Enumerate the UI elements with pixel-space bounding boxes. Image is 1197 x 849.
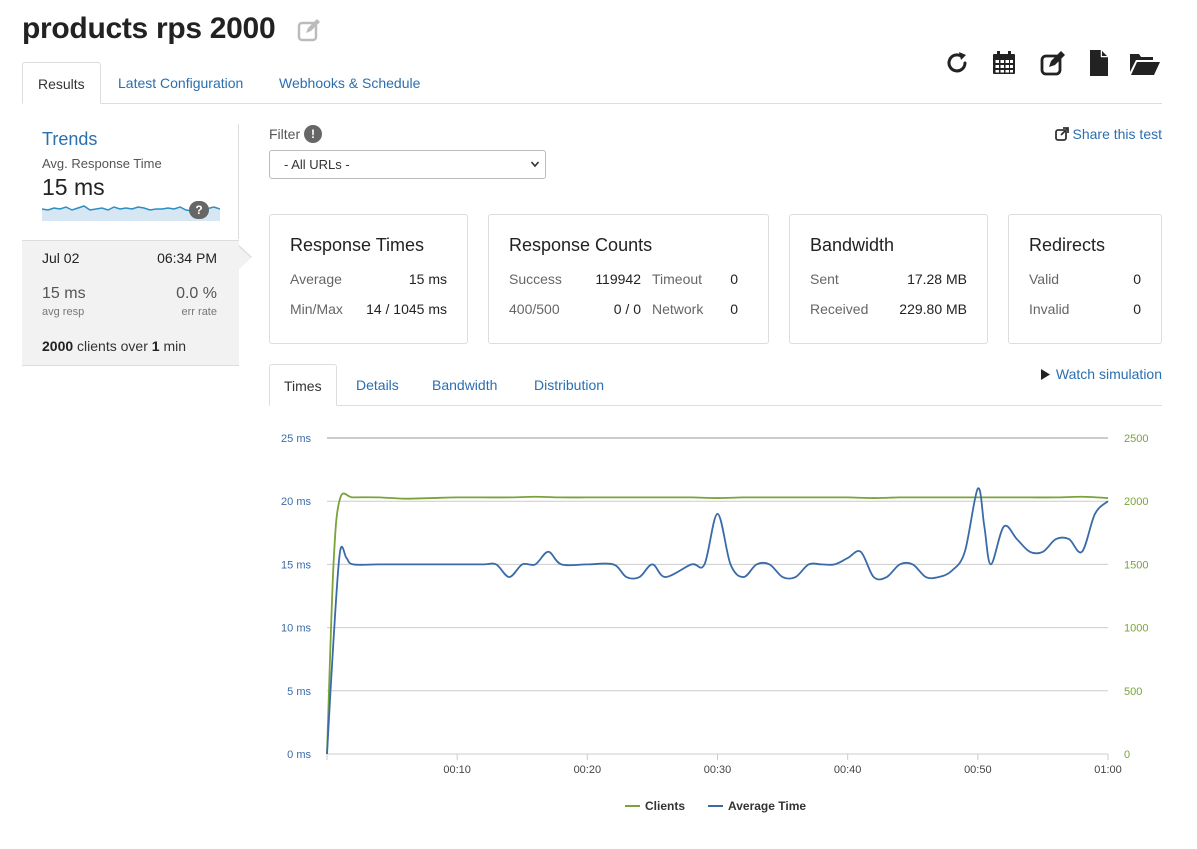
run-duration-unit: min — [163, 338, 186, 354]
network-value: 0 — [730, 301, 738, 317]
y-left-tick-label: 0 ms — [287, 749, 311, 761]
run-clients-count: 2000 — [42, 338, 74, 354]
tab-webhooks-schedule[interactable]: Webhooks & Schedule — [279, 62, 420, 104]
chevron-down-icon — [531, 161, 539, 168]
legend-label: Clients — [645, 799, 685, 813]
x-tick-label: 01:00 — [1094, 764, 1122, 776]
tab-distribution[interactable]: Distribution — [534, 364, 604, 406]
run-clients-summary: 2000 clients over 1 min — [42, 338, 186, 354]
tab-latest-configuration[interactable]: Latest Configuration — [118, 62, 243, 104]
filter-label: Filter — [269, 126, 301, 142]
response-time-chart: 0 ms 0 5 ms 500 10 ms 1000 15 ms 1500 20 ms 2000 2… — [281, 433, 1148, 813]
series-line-clients — [326, 492, 1109, 755]
received-label: Received — [810, 301, 869, 317]
trends-title[interactable]: Trends — [42, 129, 97, 150]
x-tick-label: 00:10 — [443, 764, 471, 776]
minmax-label: Min/Max — [290, 301, 343, 317]
watch-simulation-label: Watch simulation — [1055, 366, 1162, 382]
y-left-tick-label: 10 ms — [281, 623, 311, 635]
bandwidth-box: Bandwidth Sent 17.28 MB Received 229.80 … — [789, 214, 988, 344]
x-tick-label: 00:30 — [704, 764, 732, 776]
http-errors-label: 400/500 — [509, 301, 560, 317]
y-right-tick-label: 1000 — [1124, 623, 1148, 635]
page-title: products rps 2000 — [22, 12, 276, 45]
y-right-tick-label: 2000 — [1124, 496, 1148, 508]
run-clients-text: clients over — [77, 338, 148, 354]
play-icon — [1040, 368, 1050, 380]
legend-label: Average Time — [728, 799, 806, 813]
redirects-title: Redirects — [1029, 235, 1106, 255]
tab-details[interactable]: Details — [356, 364, 399, 406]
y-right-tick-label: 1500 — [1124, 559, 1148, 571]
sent-value: 17.28 MB — [907, 271, 967, 287]
main-tabs: Results Latest Configuration Webhooks & … — [22, 62, 1162, 104]
url-filter-selected: - All URLs - — [284, 157, 350, 172]
response-counts-title: Response Counts — [509, 235, 653, 255]
valid-value: 0 — [1133, 271, 1141, 287]
run-date: Jul 02 — [42, 250, 80, 266]
run-avg-resp: 15 ms — [42, 285, 86, 302]
x-tick-label: 00:20 — [574, 764, 602, 776]
y-left-tick-label: 20 ms — [281, 496, 311, 508]
response-times-title: Response Times — [290, 235, 425, 255]
test-run-card[interactable]: Jul 02 06:34 PM 15 ms avg resp 0.0 % err… — [22, 240, 251, 366]
valid-label: Valid — [1029, 271, 1060, 287]
chart-tabs: Times Details Bandwidth Distribution — [269, 364, 1162, 406]
run-err-rate: 0.0 % — [176, 285, 217, 302]
tab-bandwidth[interactable]: Bandwidth — [432, 364, 497, 406]
y-left-tick-label: 15 ms — [281, 559, 311, 571]
y-right-tick-label: 2500 — [1124, 433, 1148, 445]
network-label: Network — [652, 301, 704, 317]
sent-label: Sent — [810, 271, 839, 287]
url-filter-select[interactable]: - All URLs - — [269, 150, 546, 179]
invalid-value: 0 — [1133, 301, 1141, 317]
trends-help-icon[interactable]: ? — [189, 201, 209, 219]
success-label: Success — [509, 271, 562, 287]
trends-subtitle: Avg. Response Time — [42, 156, 162, 171]
success-value: 119942 — [595, 271, 641, 287]
run-time: 06:34 PM — [157, 250, 217, 266]
y-right-tick-label: 500 — [1124, 686, 1142, 698]
x-tick-label: 00:50 — [964, 764, 992, 776]
tab-times[interactable]: Times — [269, 364, 337, 406]
response-counts-box: Response Counts Success 119942 Timeout 0… — [488, 214, 769, 344]
edit-title-icon[interactable] — [297, 18, 323, 42]
run-err-rate-label: err rate — [181, 306, 217, 318]
watch-simulation-link[interactable]: Watch simulation — [1040, 366, 1162, 382]
run-avg-resp-label: avg resp — [42, 306, 85, 318]
share-test-label: Share this test — [1072, 126, 1163, 142]
received-value: 229.80 MB — [899, 301, 967, 317]
filter-info-icon[interactable]: ! — [304, 125, 322, 143]
trends-value: 15 ms — [42, 174, 105, 200]
series-line-average-time — [326, 487, 1109, 755]
sidebar-divider — [238, 124, 239, 239]
response-times-box: Response Times Average 15 ms Min/Max 14 … — [269, 214, 468, 344]
y-right-tick-label: 0 — [1124, 749, 1130, 761]
share-test-link[interactable]: Share this test — [1054, 126, 1163, 142]
timeout-value: 0 — [730, 271, 738, 287]
invalid-label: Invalid — [1029, 301, 1070, 317]
redirects-box: Redirects Valid 0 Invalid 0 — [1008, 214, 1162, 344]
tab-results[interactable]: Results — [22, 62, 101, 104]
y-left-tick-label: 25 ms — [281, 433, 311, 445]
run-duration: 1 — [151, 338, 160, 354]
share-icon — [1054, 127, 1069, 141]
average-value: 15 ms — [408, 271, 447, 287]
bandwidth-title: Bandwidth — [810, 235, 895, 255]
minmax-value: 14 / 1045 ms — [366, 301, 447, 317]
http-errors-value: 0 / 0 — [613, 301, 641, 317]
average-label: Average — [290, 271, 342, 287]
y-left-tick-label: 5 ms — [287, 686, 311, 698]
x-tick-label: 00:40 — [834, 764, 862, 776]
timeout-label: Timeout — [652, 271, 703, 287]
